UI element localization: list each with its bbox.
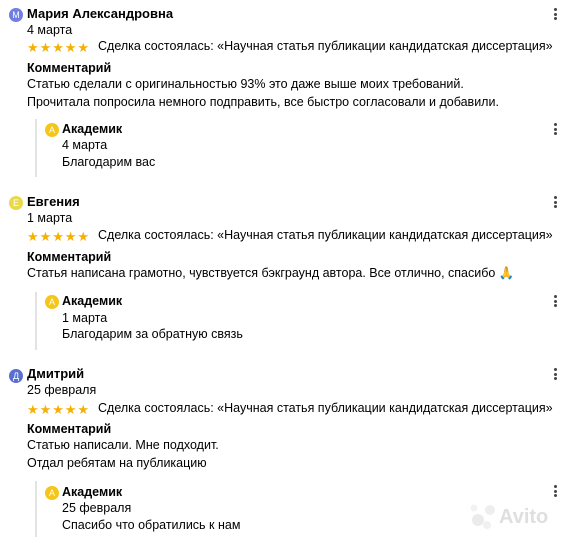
avito-watermark-logo: Avito xyxy=(470,504,548,529)
star-icon: ★ xyxy=(77,402,90,417)
more-options-icon[interactable] xyxy=(551,367,559,383)
comment-text: Статью сделали с оригинальностью 93% это… xyxy=(27,76,499,112)
star-icon: ★ xyxy=(52,40,64,55)
seller-avatar[interactable]: А xyxy=(45,123,59,137)
deal-info: Сделка состоялась: «Научная статья публи… xyxy=(98,401,553,415)
star-icon: ★ xyxy=(39,402,52,417)
reviewer-avatar[interactable]: Д xyxy=(9,369,23,383)
star-icon: ★ xyxy=(52,229,64,244)
review-date: 25 февраля xyxy=(27,383,97,397)
star-icon: ★ xyxy=(77,40,90,55)
rating-stars: ★★★★★ xyxy=(27,228,90,244)
seller-avatar[interactable]: А xyxy=(45,486,59,500)
comment-line: Отдал ребятам на публикацию xyxy=(27,456,207,470)
rating-stars: ★★★★★ xyxy=(27,401,90,417)
star-icon: ★ xyxy=(64,402,77,417)
reply-text: Благодарим за обратную связь xyxy=(62,327,243,341)
reply-text: Благодарим вас xyxy=(62,155,156,169)
more-options-icon[interactable] xyxy=(551,195,559,211)
reply-date: 1 марта xyxy=(62,311,108,325)
rating-stars: ★★★★★ xyxy=(27,39,90,55)
review-date: 1 марта xyxy=(27,211,73,225)
reviewer-avatar[interactable]: М xyxy=(9,8,23,22)
reviewer-name[interactable]: Мария Александровна xyxy=(27,6,173,22)
star-icon: ★ xyxy=(64,229,77,244)
comment-line: Статья написана грамотно, чувствуется бэ… xyxy=(27,266,515,280)
comment-text: Статья написана грамотно, чувствуется бэ… xyxy=(27,265,514,283)
reviewer-name[interactable]: Евгения xyxy=(27,194,80,210)
reply-divider xyxy=(35,481,37,537)
comment-line: Статью написали. Мне подходит. xyxy=(27,438,219,452)
star-icon: ★ xyxy=(64,40,77,55)
star-icon: ★ xyxy=(27,229,39,244)
seller-avatar[interactable]: А xyxy=(45,295,59,309)
deal-info: Сделка состоялась: «Научная статья публи… xyxy=(98,39,553,53)
star-icon: ★ xyxy=(27,40,39,55)
more-options-icon[interactable] xyxy=(551,122,559,138)
comment-label: Комментарий xyxy=(27,422,112,436)
star-icon: ★ xyxy=(39,40,52,55)
comment-label: Комментарий xyxy=(27,61,112,75)
reply-divider xyxy=(35,119,37,177)
comment-line: Прочитала попросила немного подправить, … xyxy=(27,95,499,109)
comment-line: Статью сделали с оригинальностью 93% это… xyxy=(27,77,464,91)
more-options-icon[interactable] xyxy=(551,294,559,310)
watermark-text: Avito xyxy=(499,506,548,528)
star-icon: ★ xyxy=(77,229,90,244)
reply-divider xyxy=(35,292,37,350)
comment-text: Статью написали. Мне подходит. Отдал реб… xyxy=(27,437,219,473)
reviewer-avatar[interactable]: Е xyxy=(9,196,23,210)
star-icon: ★ xyxy=(27,402,39,417)
seller-name[interactable]: Академик xyxy=(62,484,122,500)
star-icon: ★ xyxy=(39,229,52,244)
seller-name[interactable]: Академик xyxy=(62,293,122,309)
reply-date: 25 февраля xyxy=(62,501,132,515)
star-icon: ★ xyxy=(52,402,64,417)
comment-label: Комментарий xyxy=(27,250,112,264)
deal-info: Сделка состоялась: «Научная статья публи… xyxy=(98,228,553,242)
reply-date: 4 марта xyxy=(62,138,108,152)
reviewer-name[interactable]: Дмитрий xyxy=(27,366,84,382)
more-options-icon[interactable] xyxy=(551,7,559,23)
review-date: 4 марта xyxy=(27,23,73,37)
seller-name[interactable]: Академик xyxy=(62,121,122,137)
reply-text: Спасибо что обратились к нам xyxy=(62,518,241,532)
